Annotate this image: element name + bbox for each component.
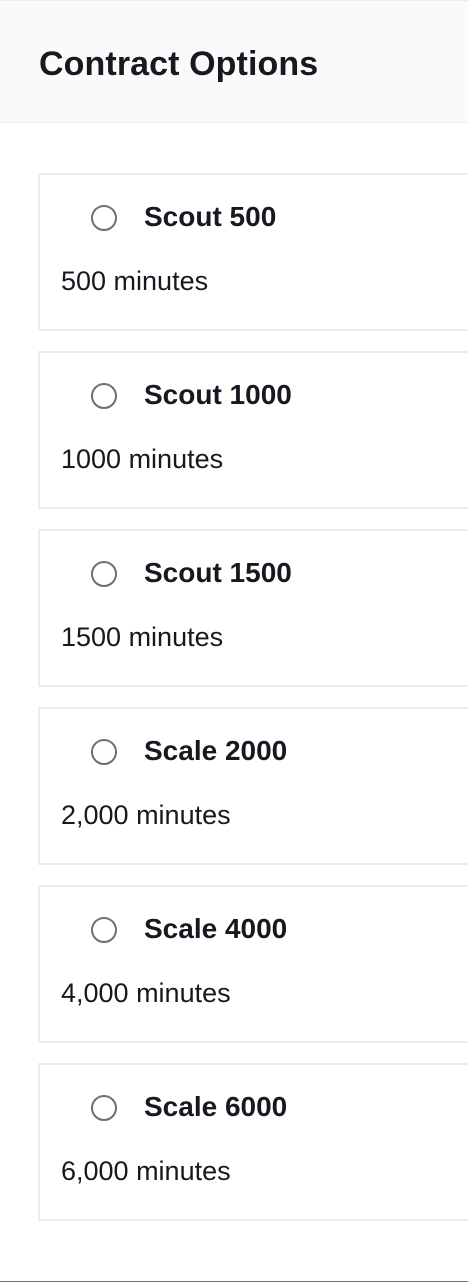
- option-name: Scale 2000: [144, 735, 288, 766]
- radio-button-scout-1500[interactable]: [91, 561, 117, 587]
- option-card-scale-4000[interactable]: Scale 4000 4,000 minutes: [38, 885, 468, 1043]
- option-description: 1000 minutes: [61, 444, 224, 474]
- option-card-scale-6000[interactable]: Scale 6000 6,000 minutes: [38, 1063, 468, 1221]
- option-card-scale-2000[interactable]: Scale 2000 2,000 minutes: [38, 707, 468, 865]
- radio-button-scale-6000[interactable]: [91, 1095, 117, 1121]
- option-name: Scout 1000: [144, 379, 292, 410]
- panel-title: Contract Options: [39, 45, 319, 83]
- option-name: Scout 500: [144, 201, 277, 232]
- option-description: 500 minutes: [61, 266, 209, 296]
- option-description: 6,000 minutes: [61, 1156, 231, 1186]
- option-card-scout-1000[interactable]: Scout 1000 1000 minutes: [38, 351, 468, 509]
- option-name: Scale 4000: [144, 913, 288, 944]
- option-card-scout-500[interactable]: Scout 500 500 minutes: [38, 173, 468, 331]
- radio-button-scale-4000[interactable]: [91, 917, 117, 943]
- option-card-scout-1500[interactable]: Scout 1500 1500 minutes: [38, 529, 468, 687]
- option-name: Scale 6000: [144, 1091, 288, 1122]
- option-name: Scout 1500: [144, 557, 292, 588]
- option-description: 1500 minutes: [61, 622, 224, 652]
- option-description: 2,000 minutes: [61, 800, 231, 830]
- panel-header: Contract Options: [0, 1, 468, 123]
- radio-button-scout-500[interactable]: [91, 205, 117, 231]
- contract-options-list: Scout 500 500 minutes Scout 1000 1000 mi…: [38, 173, 468, 1241]
- contract-options-panel: Contract Options Scout 500 500 minutes S…: [0, 0, 468, 1282]
- radio-button-scale-2000[interactable]: [91, 739, 117, 765]
- option-description: 4,000 minutes: [61, 978, 231, 1008]
- radio-button-scout-1000[interactable]: [91, 383, 117, 409]
